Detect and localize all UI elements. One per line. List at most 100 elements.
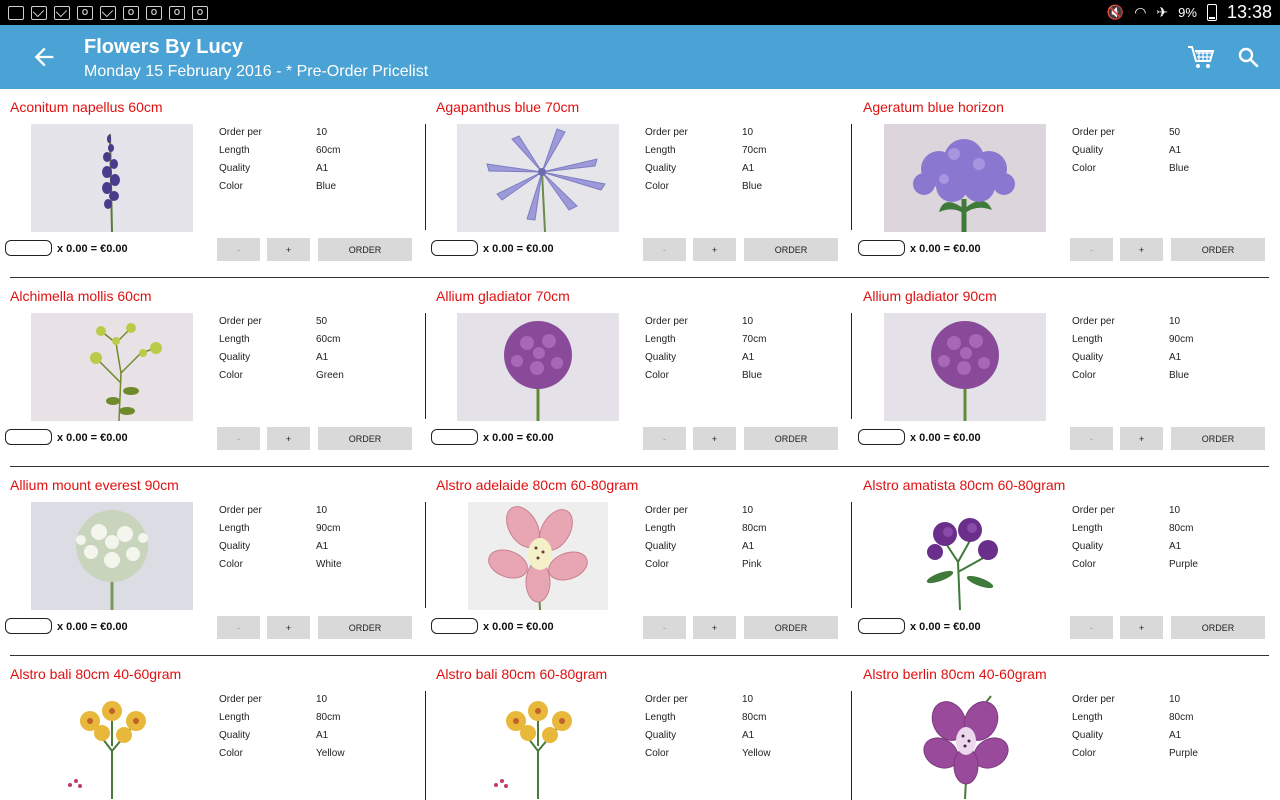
battery-percent: 9% (1178, 5, 1197, 20)
decrease-button[interactable]: - (1070, 616, 1113, 639)
product-name[interactable]: Alstro bali 80cm 40-60gram (10, 666, 181, 682)
back-arrow-icon[interactable] (30, 43, 58, 71)
line-total: x 0.00 = €0.00 (57, 243, 128, 255)
status-bar: O O O O O 🔇 ◠ ✈ 9% 13:38 (0, 0, 1280, 25)
increase-button[interactable]: + (1120, 616, 1163, 639)
product-image (910, 502, 1018, 610)
office-icon: O (146, 5, 162, 20)
page-subtitle: Monday 15 February 2016 - * Pre-Order Pr… (84, 63, 429, 80)
increase-button[interactable]: + (267, 427, 310, 450)
office-icon: O (77, 5, 93, 20)
product-name[interactable]: Ageratum blue horizon (863, 99, 1004, 115)
order-button[interactable]: ORDER (318, 616, 412, 639)
order-button[interactable]: ORDER (1171, 427, 1265, 450)
increase-button[interactable]: + (693, 616, 736, 639)
decrease-button[interactable]: - (217, 616, 260, 639)
decrease-button[interactable]: - (217, 427, 260, 450)
product-name[interactable]: Agapanthus blue 70cm (436, 99, 579, 115)
line-total: x 0.00 = €0.00 (483, 621, 554, 633)
increase-button[interactable]: + (1120, 427, 1163, 450)
product-card: Ageratum blue horizon Order per 50 Qualit… (853, 89, 1279, 278)
increase-button[interactable]: + (1120, 238, 1163, 261)
order-button[interactable]: ORDER (318, 238, 412, 261)
column-divider (851, 502, 852, 608)
airplane-icon: ✈ (1156, 4, 1169, 20)
product-name[interactable]: Alchimella mollis 60cm (10, 288, 152, 304)
app-bar: Flowers By Lucy Monday 15 February 2016 … (0, 25, 1280, 89)
wifi-icon: ◠ (1134, 4, 1147, 20)
product-card: Agapanthus blue 70cm Order per 10 Length 7… (426, 89, 852, 278)
increase-button[interactable]: + (693, 427, 736, 450)
product-specs: Order per 10 Length 80cm Quality A1 Color Pi… (645, 505, 767, 570)
line-total: x 0.00 = €0.00 (910, 432, 981, 444)
product-name[interactable]: Alstro berlin 80cm 40-60gram (863, 666, 1047, 682)
office-icon: O (169, 5, 185, 20)
product-image (884, 124, 1046, 232)
product-specs: Order per 10 Length 70cm Quality A1 Color Bl… (645, 127, 767, 192)
decrease-button[interactable]: - (1070, 238, 1113, 261)
increase-button[interactable]: + (267, 616, 310, 639)
system-icons: 🔇 ◠ ✈ 9% 13:38 (1107, 2, 1272, 23)
product-name[interactable]: Allium mount everest 90cm (10, 477, 179, 493)
quantity-input[interactable] (858, 240, 905, 256)
cart-icon[interactable] (1186, 42, 1216, 72)
battery-icon (1206, 4, 1217, 21)
product-specs: Order per 10 Length 80cm Quality A1 Color Pu… (1072, 694, 1198, 759)
column-divider (851, 124, 852, 230)
order-button[interactable]: ORDER (744, 616, 838, 639)
quantity-input[interactable] (431, 618, 478, 634)
decrease-button[interactable]: - (643, 427, 686, 450)
product-name[interactable]: Alstro adelaide 80cm 60-80gram (436, 477, 638, 493)
quantity-input[interactable] (431, 429, 478, 445)
product-name[interactable]: Allium gladiator 70cm (436, 288, 570, 304)
clock: 13:38 (1226, 2, 1272, 22)
decrease-button[interactable]: - (643, 616, 686, 639)
column-divider (851, 313, 852, 419)
office-icon: O (192, 5, 208, 20)
line-total: x 0.00 = €0.00 (57, 621, 128, 633)
mail-icon (54, 5, 70, 20)
decrease-button[interactable]: - (217, 238, 260, 261)
product-name[interactable]: Aconitum napellus 60cm (10, 99, 163, 115)
increase-button[interactable]: + (267, 238, 310, 261)
search-icon[interactable] (1236, 45, 1260, 69)
product-specs: Order per 10 Length 80cm Quality A1 Color Pu… (1072, 505, 1198, 570)
line-total: x 0.00 = €0.00 (910, 243, 981, 255)
product-specs: Order per 50 Quality A1 Color Blue (1072, 127, 1190, 174)
order-button[interactable]: ORDER (1171, 616, 1265, 639)
order-button[interactable]: ORDER (744, 238, 838, 261)
product-name[interactable]: Alstro bali 80cm 60-80gram (436, 666, 607, 682)
product-image (484, 691, 592, 799)
product-image (884, 313, 1046, 421)
line-total: x 0.00 = €0.00 (57, 432, 128, 444)
product-card: Alstro bali 80cm 40-60gram Order per 10 L… (0, 656, 426, 800)
mute-icon: 🔇 (1106, 4, 1125, 20)
product-name[interactable]: Alstro amatista 80cm 60-80gram (863, 477, 1065, 493)
quantity-input[interactable] (431, 240, 478, 256)
quantity-input[interactable] (5, 240, 52, 256)
quantity-input[interactable] (5, 429, 52, 445)
quantity-input[interactable] (858, 618, 905, 634)
product-image (31, 502, 193, 610)
quantity-input[interactable] (5, 618, 52, 634)
product-specs: Order per 50 Length 60cm Quality A1 Color Gr… (219, 316, 344, 381)
product-card: Allium gladiator 90cm Order per 10 Length… (853, 278, 1279, 467)
order-button[interactable]: ORDER (744, 427, 838, 450)
notification-icons: O O O O O (8, 5, 208, 20)
order-button[interactable]: ORDER (1171, 238, 1265, 261)
gallery-icon (8, 5, 24, 20)
product-name[interactable]: Allium gladiator 90cm (863, 288, 997, 304)
increase-button[interactable]: + (693, 238, 736, 261)
quantity-input[interactable] (858, 429, 905, 445)
product-image (457, 313, 619, 421)
line-total: x 0.00 = €0.00 (483, 432, 554, 444)
decrease-button[interactable]: - (643, 238, 686, 261)
product-specs: Order per 10 Length 80cm Quality A1 Color Ye… (219, 694, 345, 759)
order-button[interactable]: ORDER (318, 427, 412, 450)
product-card: Allium mount everest 90cm Order per 10 Le… (0, 467, 426, 656)
column-divider (851, 691, 852, 800)
product-image (58, 691, 166, 799)
decrease-button[interactable]: - (1070, 427, 1113, 450)
product-image (457, 124, 619, 232)
product-specs: Order per 10 Length 90cm Quality A1 Color Bl… (1072, 316, 1194, 381)
